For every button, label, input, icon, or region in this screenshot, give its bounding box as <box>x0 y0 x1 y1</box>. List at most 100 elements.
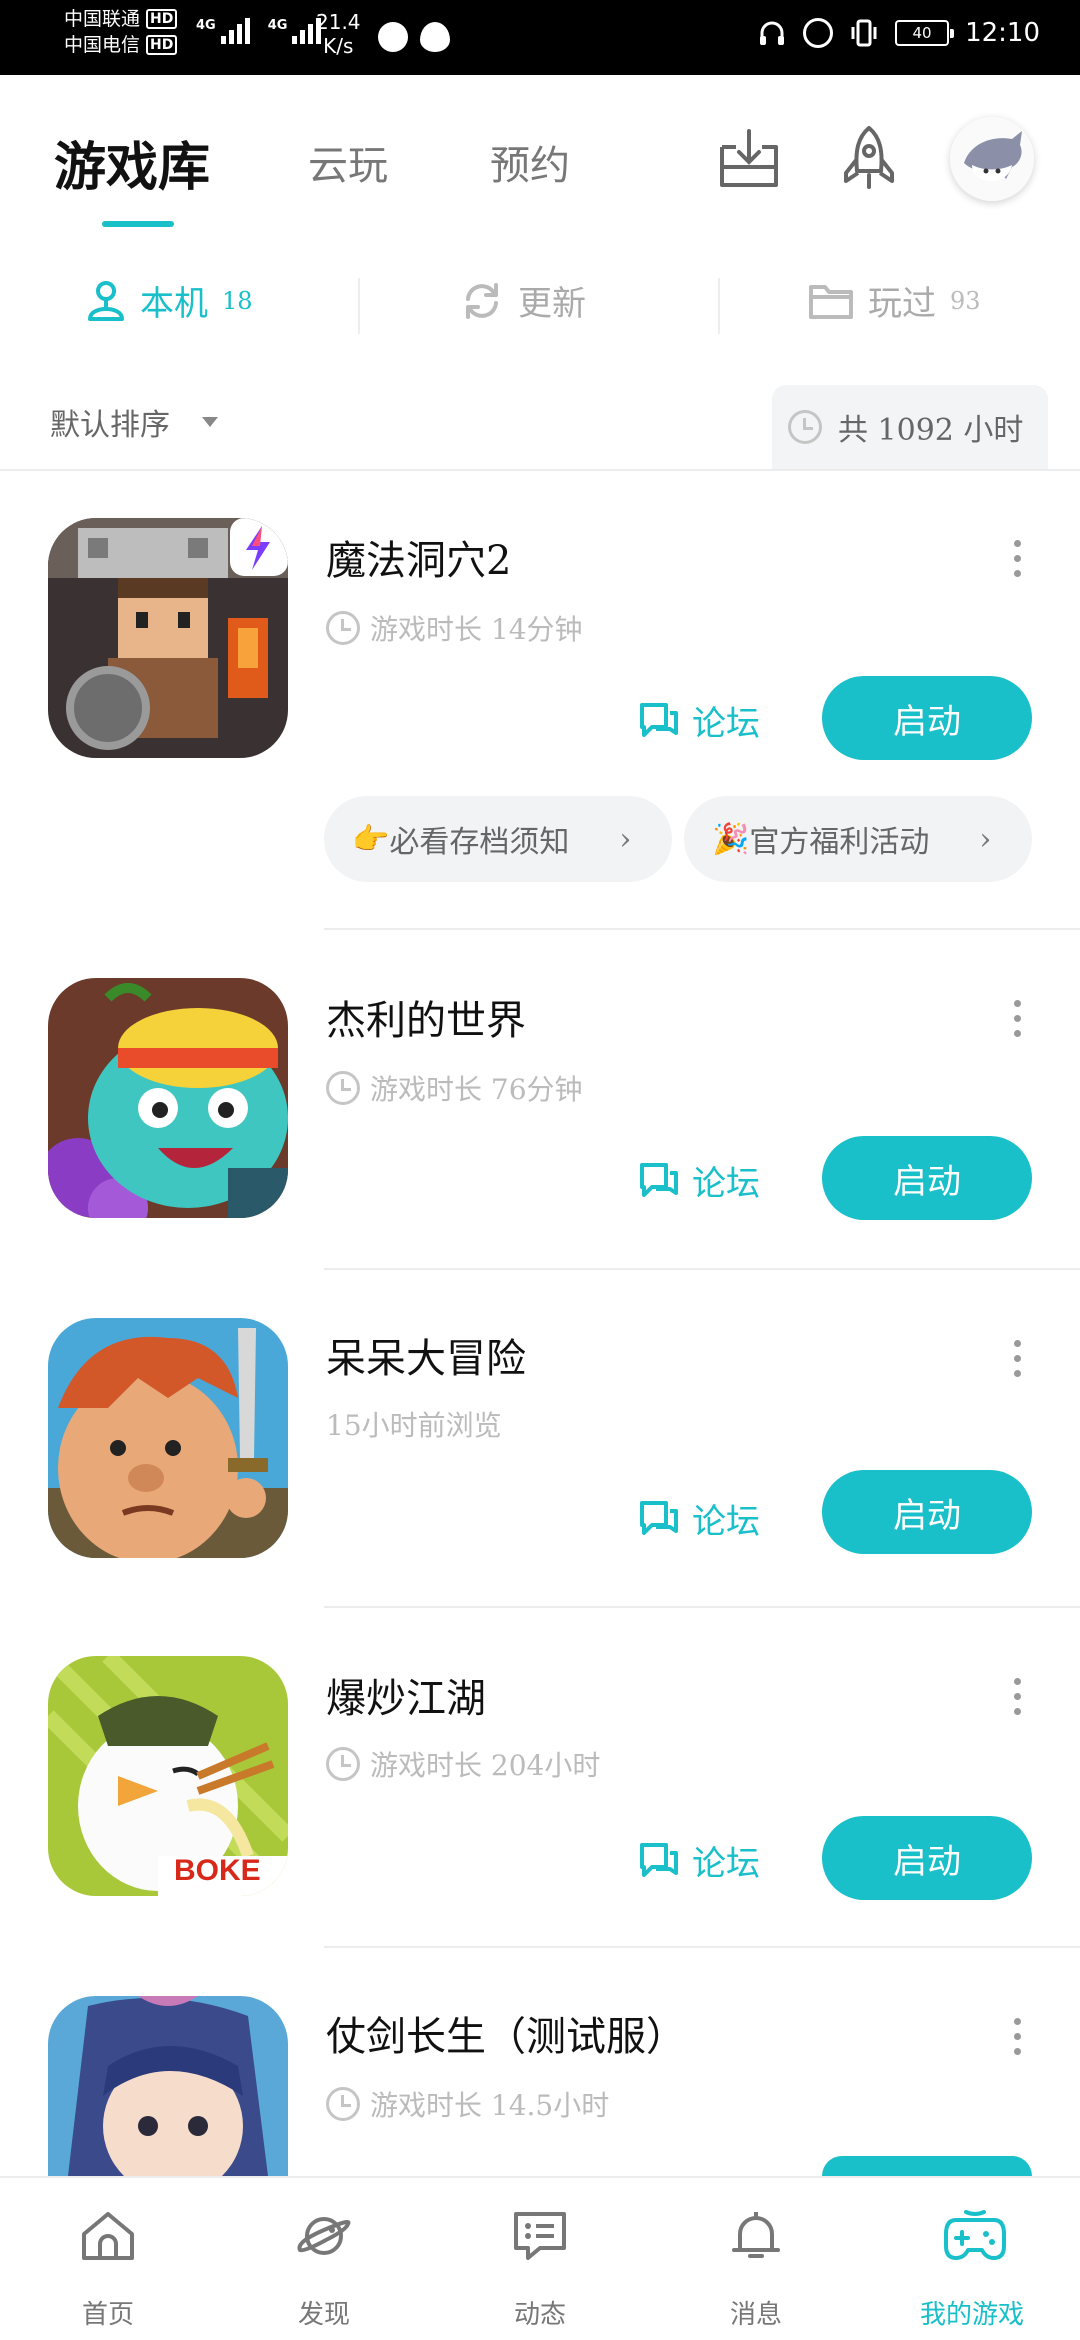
chip-save-notice[interactable]: 👉 必看存档须知 › <box>324 796 672 882</box>
signal-icon: 4G <box>196 18 250 44</box>
total-playtime-text: 共 1092 小时 <box>838 413 1024 448</box>
game-icon-magic-cave[interactable] <box>48 518 288 758</box>
launch-button[interactable]: 启动 <box>822 1470 1032 1554</box>
total-playtime: 共 1092 小时 <box>772 385 1048 469</box>
caret-down-icon[interactable] <box>202 417 218 427</box>
subtab-local[interactable]: 本机 18 <box>86 276 253 325</box>
divider <box>0 469 1080 471</box>
bottom-nav: 首页 发现 动态 消息 我的游戏 <box>0 2176 1080 2340</box>
forum-icon <box>640 1842 678 1877</box>
status-right: 40 12:10 <box>757 18 1040 48</box>
forum-button[interactable]: 论坛 <box>638 1156 760 1205</box>
forum-icon <box>640 702 678 737</box>
headphones-icon <box>760 21 785 45</box>
more-options-icon[interactable] <box>1014 1000 1024 1045</box>
subtab-local-label: 本机 <box>140 284 208 324</box>
divider <box>324 1268 1080 1270</box>
refresh-icon <box>466 282 498 319</box>
game-name[interactable]: 爆炒江湖 <box>326 1666 486 1724</box>
more-options-icon[interactable] <box>1014 540 1024 585</box>
game-playtime: 游戏时长 76分钟 <box>326 1068 583 1108</box>
game-last-viewed: 15小时前浏览 <box>326 1409 502 1442</box>
nav-feed[interactable]: 动态 <box>432 2178 648 2340</box>
game-name[interactable]: 杰利的世界 <box>326 988 526 1046</box>
alarm-icon <box>803 18 834 48</box>
divider <box>718 278 720 334</box>
top-tabs: 游戏库 云玩 预约 <box>0 75 1080 235</box>
game-name[interactable]: 仗剑长生（测试服） <box>326 2004 686 2062</box>
clock-icon <box>788 410 822 444</box>
launch-button[interactable]: 启动 <box>822 676 1032 760</box>
planet-icon <box>297 2217 351 2255</box>
vibrate-icon <box>851 19 877 47</box>
hd-badge: HD <box>146 9 178 29</box>
shark-avatar <box>950 117 1034 201</box>
divider <box>324 1946 1080 1948</box>
signal-icons: 4G 4G <box>196 18 322 44</box>
chevron-right-icon: › <box>619 821 632 857</box>
clock-icon <box>326 611 360 645</box>
nav-messages[interactable]: 消息 <box>648 2178 864 2340</box>
tab-cloud-play[interactable]: 云玩 <box>308 133 388 191</box>
tab-game-library[interactable]: 游戏库 <box>54 125 210 200</box>
gamepad-icon <box>944 2210 1006 2260</box>
hd-badge: HD <box>146 35 178 55</box>
divider <box>358 278 360 334</box>
launch-button[interactable] <box>822 2156 1032 2176</box>
sub-tabs: 本机 18 更新 玩过 93 <box>0 262 1080 352</box>
net-speed: 21.4 K/s <box>316 10 361 58</box>
subtab-played-label: 玩过 <box>868 284 936 324</box>
forum-icon <box>640 1162 678 1197</box>
game-name[interactable]: 魔法洞穴2 <box>326 528 511 586</box>
more-options-icon[interactable] <box>1014 2018 1024 2063</box>
status-bar: 中国联通 HD 中国电信 HD 4G 4G 21.4 K/s 40 12:10 <box>0 0 1080 75</box>
boke-badge: BOKE <box>174 1854 261 1887</box>
nav-discover[interactable]: 发现 <box>216 2178 432 2340</box>
hero-character-image <box>48 1318 288 1558</box>
monster-character-image <box>48 978 288 1218</box>
more-options-icon[interactable] <box>1014 1678 1024 1723</box>
game-name[interactable]: 呆呆大冒险 <box>326 1326 526 1384</box>
nav-discover-label: 发现 <box>297 2300 350 2330</box>
launch-button[interactable]: 启动 <box>822 1136 1032 1220</box>
tab-reservation[interactable]: 预约 <box>490 133 570 191</box>
subtab-played[interactable]: 玩过 93 <box>808 276 981 325</box>
subtab-played-count: 93 <box>950 286 981 315</box>
folder-icon <box>809 284 853 319</box>
subtab-local-count: 18 <box>222 286 253 315</box>
more-options-icon[interactable] <box>1014 1340 1024 1385</box>
subtab-update[interactable]: 更新 <box>460 276 586 325</box>
forum-button[interactable]: 论坛 <box>638 1836 760 1885</box>
game-playtime: 游戏时长 14.5小时 <box>326 2084 609 2124</box>
subtab-update-label: 更新 <box>518 284 586 324</box>
bell-icon <box>732 2212 780 2258</box>
divider <box>324 928 1080 930</box>
launch-button[interactable]: 启动 <box>822 1816 1032 1900</box>
pixel-warrior-image <box>48 518 288 758</box>
clock-icon <box>326 1747 360 1781</box>
sort-dropdown[interactable]: 默认排序 <box>50 400 170 444</box>
carrier-2: 中国电信 <box>64 34 141 56</box>
forum-icon <box>640 1500 678 1535</box>
rocket-icon[interactable] <box>834 123 904 193</box>
timer-icon <box>378 22 408 52</box>
person-pin-icon <box>88 280 124 321</box>
download-icon[interactable] <box>714 123 784 193</box>
nav-my-games[interactable]: 我的游戏 <box>864 2178 1080 2340</box>
chevron-right-icon: › <box>979 821 992 857</box>
heart-icon <box>420 22 450 52</box>
nav-my-games-label: 我的游戏 <box>919 2300 1024 2330</box>
carrier-1: 中国联通 <box>64 8 141 30</box>
game-icon-stir-fry-jianghu[interactable]: BOKE <box>48 1656 288 1896</box>
clock-icon <box>326 1071 360 1105</box>
game-icon-jerry-world[interactable] <box>48 978 288 1218</box>
game-icon-daidai-adventure[interactable] <box>48 1318 288 1558</box>
chip-official-event[interactable]: 🎉 官方福利活动 › <box>684 796 1032 882</box>
game-icon-sword-longevity[interactable] <box>48 1996 288 2176</box>
user-avatar[interactable] <box>950 117 1034 201</box>
forum-button[interactable]: 论坛 <box>638 696 760 745</box>
carrier-info: 中国联通 HD 中国电信 HD <box>64 6 178 58</box>
swordsman-character-image <box>48 1996 288 2176</box>
nav-home[interactable]: 首页 <box>0 2178 216 2340</box>
forum-button[interactable]: 论坛 <box>638 1494 760 1543</box>
